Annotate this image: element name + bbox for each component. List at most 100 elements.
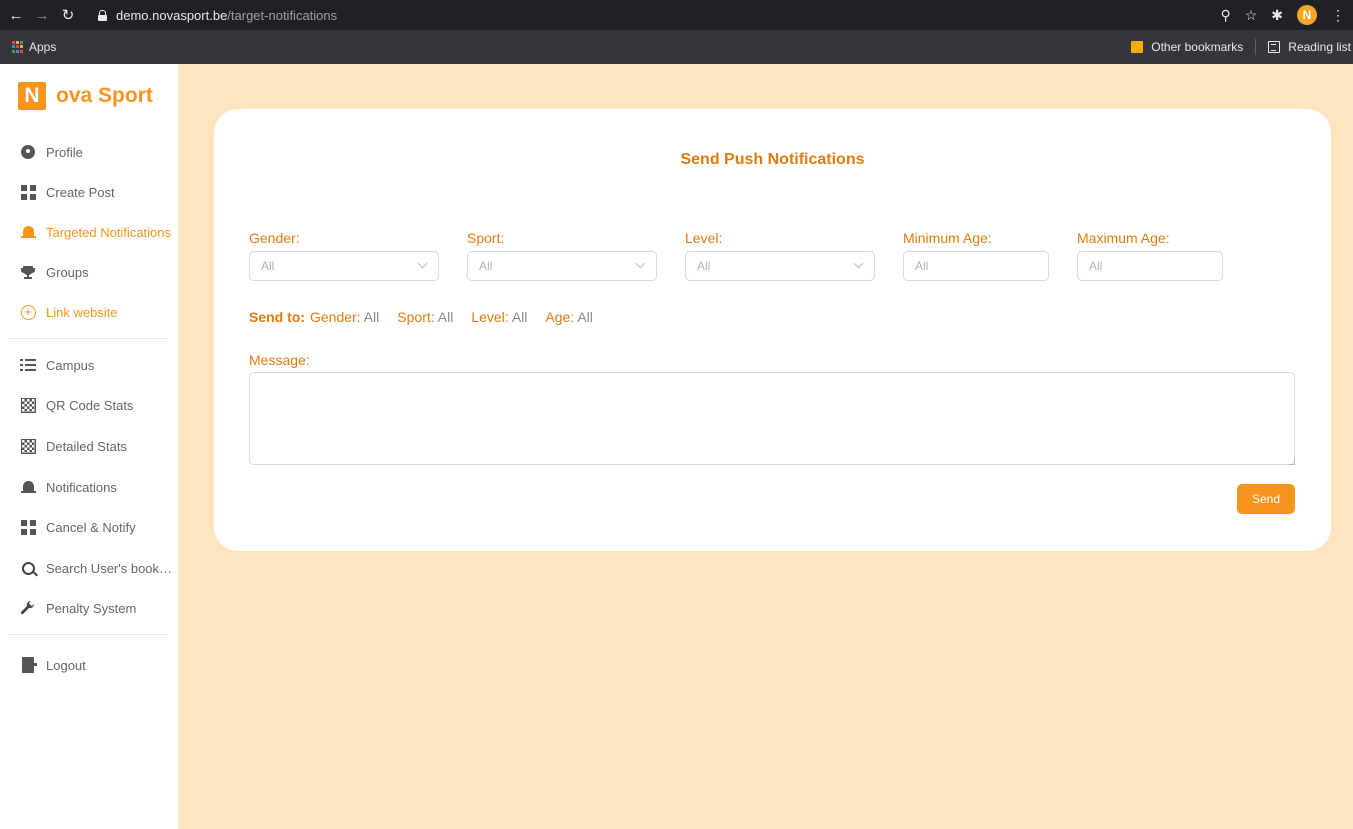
apps-grid-icon: [12, 41, 24, 53]
sidebar-item-groups[interactable]: Groups: [0, 252, 179, 292]
sidebar-item-profile[interactable]: Profile: [0, 132, 179, 172]
sidebar: N ova Sport Profile Create Post Targeted…: [0, 64, 179, 829]
max-age-label: Maximum Age:: [1077, 230, 1170, 246]
trophy-icon: [20, 264, 36, 280]
apps-label: Apps: [29, 40, 57, 54]
apps-shortcut[interactable]: Apps: [12, 40, 56, 54]
send-to-gender: Gender: All: [310, 309, 380, 325]
sport-select[interactable]: All: [467, 251, 657, 281]
reading-list-icon: [1268, 41, 1281, 53]
sidebar-item-penalty-system[interactable]: Penalty System: [0, 588, 179, 628]
send-to-age: Age: All: [545, 309, 593, 325]
address-bar[interactable]: demo.novasport.be/target-notifications: [92, 3, 1192, 27]
chevron-down-icon: [417, 258, 428, 269]
bookmarks-divider: [1255, 39, 1257, 55]
star-icon[interactable]: ☆: [1245, 7, 1258, 24]
bookmarks-bar: Apps Other bookmarks Reading list: [0, 30, 1353, 64]
level-label: Level:: [685, 230, 723, 246]
sidebar-item-qr-code-stats[interactable]: QR Code Stats: [0, 385, 179, 425]
wrench-icon: [20, 600, 36, 616]
sidebar-item-label: Detailed Stats: [46, 438, 127, 454]
sidebar-item-label: Targeted Notifications: [46, 224, 172, 240]
send-to-summary: Send to: Gender: All Sport: All Level: A…: [249, 309, 593, 325]
max-age-placeholder: All: [1089, 259, 1103, 273]
browser-toolbar: ← → ↻ demo.novasport.be/target-notificat…: [0, 0, 1353, 30]
sidebar-item-label: Search User's bookings: [46, 560, 174, 576]
sidebar-item-label: Notifications: [46, 479, 117, 495]
sidebar-item-logout[interactable]: Logout: [0, 645, 179, 685]
logo-text: ova Sport: [56, 84, 153, 107]
sport-filter: Sport: All: [467, 230, 657, 281]
list-icon: [20, 357, 36, 373]
message-textarea[interactable]: [249, 372, 1295, 465]
sidebar-item-label: Create Post: [46, 184, 115, 200]
forward-icon[interactable]: →: [32, 5, 52, 25]
qr-icon: [20, 397, 36, 413]
sidebar-item-label: Penalty System: [46, 600, 137, 616]
send-to-label: Send to:: [249, 309, 305, 325]
logo-mark: N: [18, 82, 46, 110]
message-label: Message:: [249, 352, 310, 368]
level-filter: Level: All: [685, 230, 875, 281]
user-icon: [20, 144, 36, 160]
logo[interactable]: N ova Sport: [18, 82, 153, 110]
sidebar-item-detailed-stats[interactable]: Detailed Stats: [0, 426, 179, 466]
reading-list-link[interactable]: Reading list: [1288, 40, 1351, 54]
sidebar-divider: [8, 338, 168, 339]
level-select-value: All: [697, 259, 711, 273]
sidebar-item-campus[interactable]: Campus: [0, 345, 179, 385]
resize-handle[interactable]: [1289, 459, 1295, 465]
sidebar-item-label: Profile: [46, 144, 83, 160]
kebab-menu-icon[interactable]: ⋮: [1331, 7, 1345, 24]
lock-icon: [98, 9, 107, 21]
url-path: /target-notifications: [227, 7, 338, 23]
sidebar-item-label: Link website: [46, 304, 118, 320]
key-icon[interactable]: ⚲: [1220, 7, 1230, 24]
back-icon[interactable]: ←: [6, 5, 26, 25]
level-select[interactable]: All: [685, 251, 875, 281]
min-age-label: Minimum Age:: [903, 230, 992, 246]
other-bookmarks-link[interactable]: Other bookmarks: [1151, 40, 1243, 54]
sidebar-item-cancel-notify[interactable]: Cancel & Notify: [0, 507, 179, 547]
logout-icon: [20, 657, 38, 673]
extensions-icon[interactable]: ✱: [1271, 7, 1283, 24]
bell-icon: [20, 479, 36, 495]
folder-icon: [1131, 41, 1144, 53]
page-title: Send Push Notifications: [680, 151, 865, 168]
chevron-down-icon: [635, 258, 646, 269]
grid-icon: [20, 184, 36, 200]
sidebar-item-link-website[interactable]: + Link website: [0, 292, 179, 332]
sidebar-item-notifications[interactable]: Notifications: [0, 467, 179, 507]
min-age-filter: Minimum Age: All: [903, 230, 1049, 281]
gender-select[interactable]: All: [249, 251, 439, 281]
gender-label: Gender:: [249, 230, 300, 246]
max-age-filter: Maximum Age: All: [1077, 230, 1223, 281]
url-host: demo.novasport.be: [116, 7, 228, 23]
qr-icon: [20, 438, 36, 454]
min-age-placeholder: All: [915, 259, 929, 273]
sidebar-item-label: Groups: [46, 264, 89, 280]
reload-icon[interactable]: ↻: [58, 5, 78, 25]
sidebar-item-label: Campus: [46, 357, 95, 373]
sidebar-item-label: QR Code Stats: [46, 397, 134, 413]
sport-label: Sport:: [467, 230, 505, 246]
send-to-level: Level: All: [471, 309, 528, 325]
sidebar-divider: [8, 634, 168, 635]
profile-avatar[interactable]: N: [1297, 5, 1317, 25]
sidebar-item-create-post[interactable]: Create Post: [0, 172, 179, 212]
sidebar-item-search-bookings[interactable]: Search User's bookings: [0, 548, 179, 588]
send-to-sport: Sport: All: [397, 309, 454, 325]
sidebar-item-targeted-notifications[interactable]: Targeted Notifications: [0, 212, 179, 252]
max-age-input[interactable]: All: [1077, 251, 1223, 281]
grid-icon: [20, 519, 36, 535]
chevron-down-icon: [853, 258, 864, 269]
bell-icon: [20, 224, 36, 240]
sport-select-value: All: [479, 259, 493, 273]
sidebar-item-label: Logout: [46, 657, 86, 673]
send-button[interactable]: Send: [1237, 484, 1295, 514]
search-icon: [20, 560, 36, 576]
plus-circle-icon: +: [20, 304, 36, 320]
min-age-input[interactable]: All: [903, 251, 1049, 281]
gender-select-value: All: [261, 259, 275, 273]
notification-card: Send Push Notifications Gender: All Spor…: [214, 109, 1331, 551]
